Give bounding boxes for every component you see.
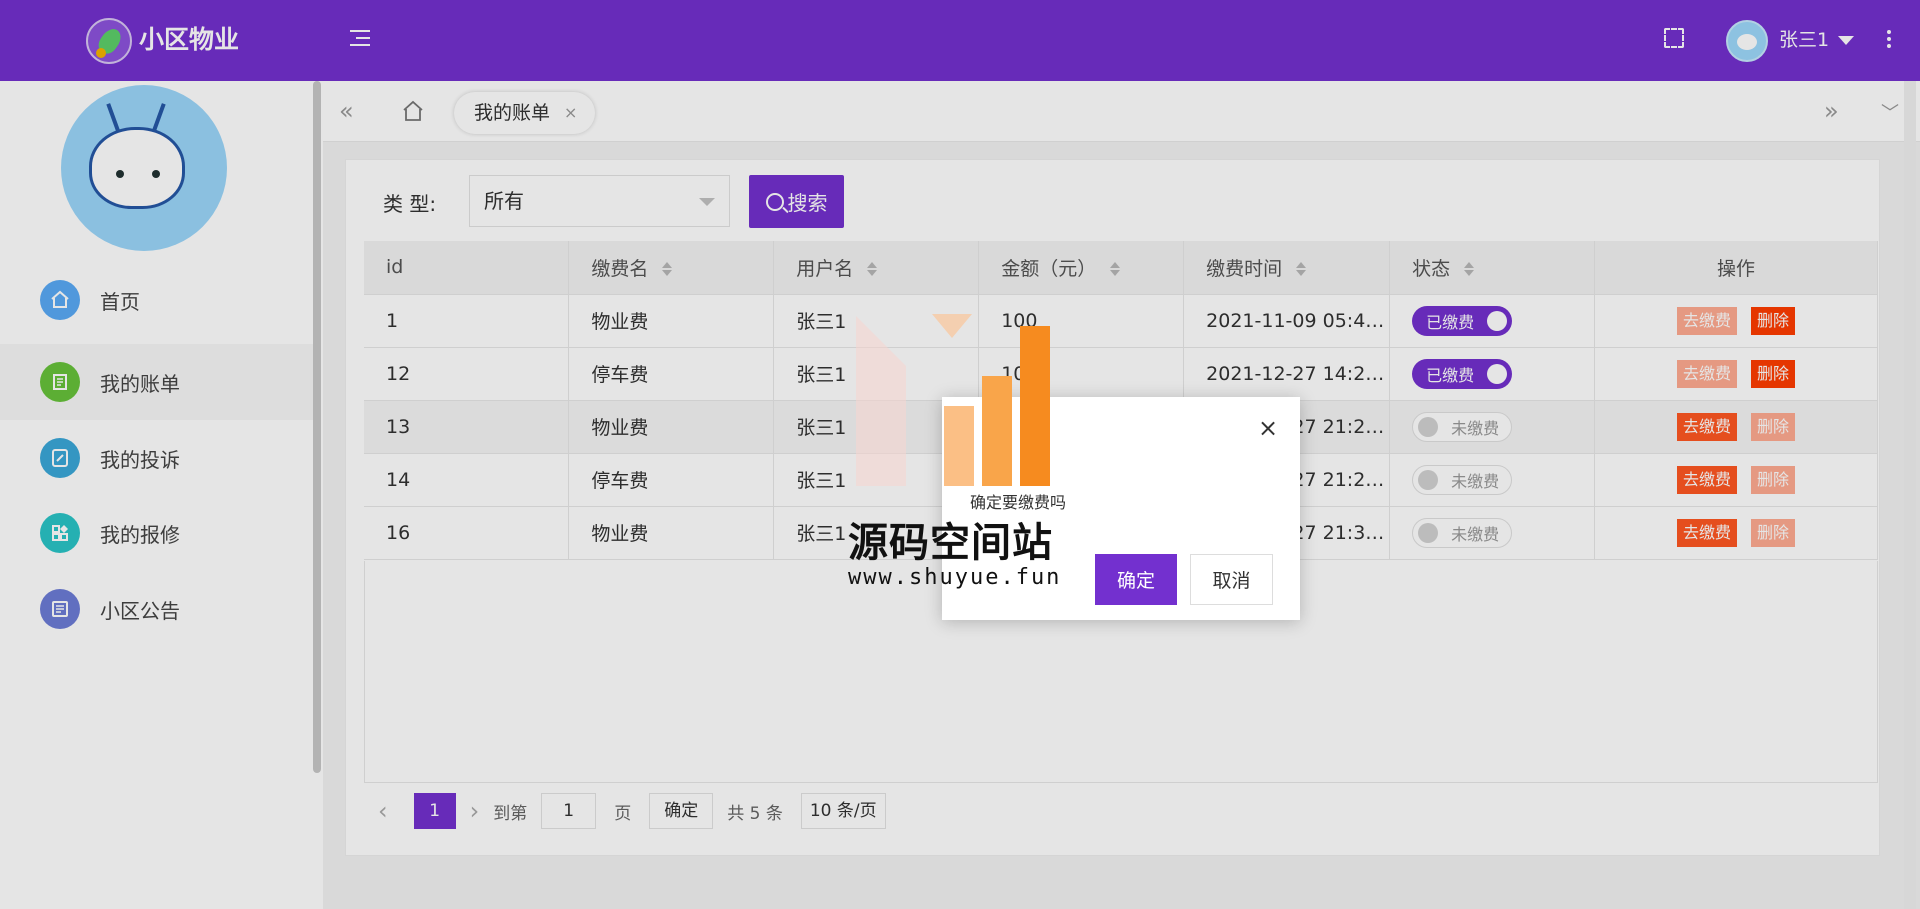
- dialog-confirm-button[interactable]: 确定: [1095, 554, 1177, 605]
- dialog-cancel-button[interactable]: 取消: [1190, 554, 1273, 605]
- watermark-title: 源码空间站: [848, 520, 1053, 566]
- dialog-close-icon[interactable]: ×: [1258, 416, 1278, 440]
- watermark-url: www.shuyue.fun: [848, 565, 1062, 590]
